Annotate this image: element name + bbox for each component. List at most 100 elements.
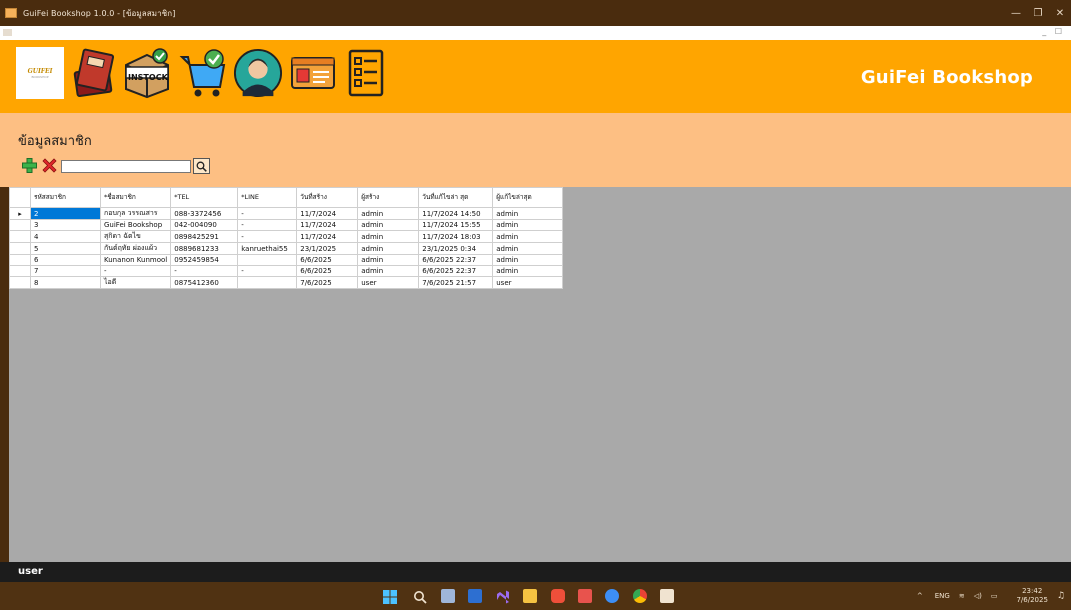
column-header-member-name[interactable]: *ชื่อสมาชิก [99, 187, 172, 208]
column-header-created-date[interactable]: วันที่สร้าง [296, 187, 359, 208]
table-row[interactable]: ▸ 2 กอบกุล วรรณสาร 088-3372456 - 11/7/20… [9, 207, 564, 220]
restore-button[interactable]: ❐ [1027, 0, 1049, 26]
tray-overflow-chevron[interactable]: ^ [917, 592, 923, 600]
brave-icon[interactable] [551, 589, 565, 603]
row-header[interactable] [9, 219, 31, 231]
search-icon[interactable] [413, 589, 427, 604]
cell-created-date[interactable]: 11/7/2024 [296, 230, 359, 243]
row-header[interactable] [9, 242, 31, 255]
cell-line[interactable]: kanruethai55 [237, 242, 298, 255]
table-row[interactable]: 8 ไอดี 0875412360 7/6/2025 user 7/6/2025… [9, 276, 564, 289]
cell-line[interactable] [237, 276, 298, 289]
member-table[interactable]: รหัสสมาชิก *ชื่อสมาชิก *TEL *LINE วันที่… [9, 187, 564, 289]
cell-member-id[interactable]: 3 [30, 219, 101, 231]
cell-member-name[interactable]: GuiFei Bookshop [99, 219, 172, 231]
cell-member-id[interactable]: 2 [30, 207, 101, 220]
cell-created-by[interactable]: admin [357, 219, 420, 231]
cell-created-by[interactable]: admin [357, 230, 420, 243]
cell-modified-date[interactable]: 11/7/2024 18:03 [418, 230, 494, 243]
search-button[interactable] [193, 158, 210, 174]
row-header[interactable] [9, 265, 31, 277]
volume-icon[interactable]: ◁) [974, 592, 982, 600]
visual-studio-icon[interactable] [496, 589, 510, 604]
cell-member-name[interactable]: สุกิดา ฉัตไข [99, 230, 172, 243]
language-indicator[interactable]: ENG [935, 592, 950, 600]
column-header-created-by[interactable]: ผู้สร้าง [357, 187, 420, 208]
cell-modified-date[interactable]: 7/6/2025 21:57 [418, 276, 494, 289]
column-header-line[interactable]: *LINE [237, 187, 298, 208]
cell-line[interactable]: - [237, 219, 298, 231]
instock-box-icon[interactable]: INSTOCK [122, 46, 172, 100]
cell-line[interactable] [237, 254, 298, 266]
cell-modified-by[interactable]: admin [492, 207, 564, 220]
cell-created-date[interactable]: 11/7/2024 [296, 219, 359, 231]
file-explorer-icon[interactable] [523, 589, 537, 603]
column-header-modified-date[interactable]: วันที่แก้ไขล่า สุด [418, 187, 494, 208]
cell-member-id[interactable]: 6 [30, 254, 101, 266]
cell-created-date[interactable]: 11/7/2024 [296, 207, 359, 220]
cell-tel[interactable]: 0898425291 [170, 230, 239, 243]
table-row[interactable]: 7 - - - 6/6/2025 admin 6/6/2025 22:37 ad… [9, 265, 564, 277]
column-header-member-id[interactable]: รหัสสมาชิก [30, 187, 101, 208]
search-input[interactable] [61, 160, 191, 173]
cell-tel[interactable]: 042-004090 [170, 219, 239, 231]
cell-tel[interactable]: 0875412360 [170, 276, 239, 289]
cell-member-name[interactable]: - [99, 265, 172, 277]
add-member-button[interactable] [22, 158, 37, 173]
mdi-child-icon[interactable] [3, 29, 12, 36]
cell-created-by[interactable]: admin [357, 242, 420, 255]
current-row-marker[interactable]: ▸ [9, 207, 31, 220]
id-card-icon[interactable] [288, 46, 338, 100]
xampp-icon[interactable] [578, 589, 592, 603]
cell-modified-by[interactable]: admin [492, 242, 564, 255]
cell-created-date[interactable]: 6/6/2025 [296, 254, 359, 266]
battery-icon[interactable]: ▭ [991, 592, 998, 600]
table-row[interactable]: 6 Kunanon Kunmool 0952459854 6/6/2025 ad… [9, 254, 564, 266]
cell-modified-date[interactable]: 6/6/2025 22:37 [418, 265, 494, 277]
cell-modified-by[interactable]: admin [492, 219, 564, 231]
cell-member-name[interactable]: ไอดี [99, 276, 172, 289]
cell-line[interactable]: - [237, 230, 298, 243]
cell-modified-by[interactable]: admin [492, 254, 564, 266]
table-row[interactable]: 4 สุกิดา ฉัตไข 0898425291 - 11/7/2024 ad… [9, 230, 564, 243]
minimize-button[interactable]: — [1005, 0, 1027, 26]
cart-check-icon[interactable] [178, 46, 228, 100]
cell-created-by[interactable]: user [357, 276, 420, 289]
clock[interactable]: 23:42 7/6/2025 [1007, 587, 1047, 605]
row-header[interactable] [9, 276, 31, 289]
report-list-icon[interactable] [341, 46, 391, 100]
cell-modified-date[interactable]: 11/7/2024 15:55 [418, 219, 494, 231]
cell-modified-by[interactable]: user [492, 276, 564, 289]
cell-tel[interactable]: 088-3372456 [170, 207, 239, 220]
row-header-corner[interactable] [9, 187, 31, 208]
cell-created-by[interactable]: admin [357, 254, 420, 266]
cell-member-name[interactable]: กันต์ฤทัย ผ่องแผ้ว [99, 242, 172, 255]
windows-start-icon[interactable] [383, 589, 397, 604]
cell-member-name[interactable]: กอบกุล วรรณสาร [99, 207, 172, 220]
close-button[interactable]: ✕ [1049, 0, 1071, 26]
cell-member-id[interactable]: 8 [30, 276, 101, 289]
table-row[interactable]: 3 GuiFei Bookshop 042-004090 - 11/7/2024… [9, 219, 564, 231]
row-header[interactable] [9, 254, 31, 266]
cell-created-by[interactable]: admin [357, 207, 420, 220]
cell-created-date[interactable]: 6/6/2025 [296, 265, 359, 277]
cell-modified-by[interactable]: admin [492, 230, 564, 243]
table-row[interactable]: 5 กันต์ฤทัย ผ่องแผ้ว 0889681233 kanrueth… [9, 242, 564, 255]
cell-created-date[interactable]: 23/1/2025 [296, 242, 359, 255]
cell-modified-by[interactable]: admin [492, 265, 564, 277]
cell-member-id[interactable]: 5 [30, 242, 101, 255]
chrome-icon[interactable] [633, 589, 647, 603]
cell-created-date[interactable]: 7/6/2025 [296, 276, 359, 289]
wifi-icon[interactable]: ≋ [959, 592, 965, 600]
row-header[interactable] [9, 230, 31, 243]
cell-line[interactable]: - [237, 265, 298, 277]
cell-modified-date[interactable]: 11/7/2024 14:50 [418, 207, 494, 220]
column-header-tel[interactable]: *TEL [170, 187, 239, 208]
app-window-icon[interactable] [660, 589, 674, 603]
cell-modified-date[interactable]: 23/1/2025 0:34 [418, 242, 494, 255]
cell-tel[interactable]: 0952459854 [170, 254, 239, 266]
store-icon[interactable] [468, 589, 482, 603]
member-person-icon[interactable] [233, 46, 283, 100]
books-icon[interactable] [68, 46, 118, 100]
cell-tel[interactable]: 0889681233 [170, 242, 239, 255]
